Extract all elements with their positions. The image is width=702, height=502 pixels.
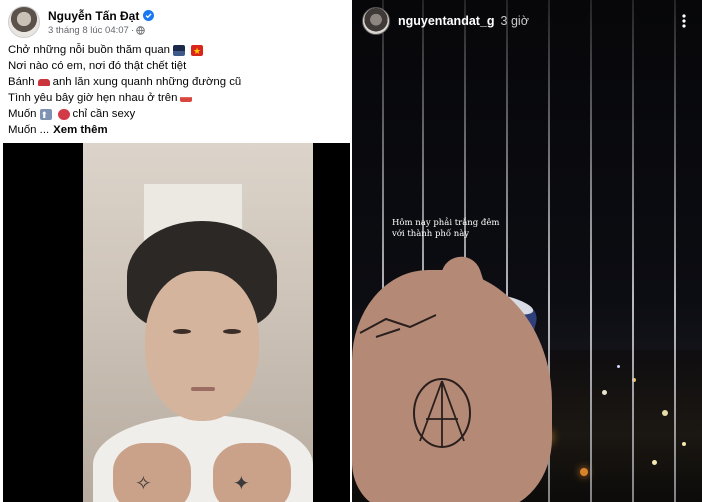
video-frame: ✧ ✦ (83, 143, 313, 502)
balcony-wire (632, 0, 634, 502)
cityscape-emoji-icon (173, 44, 186, 56)
post-caption: Chở những nỗi buồn thăm quan Nơi nào có … (8, 42, 344, 138)
caption-text: Bánh (8, 76, 35, 88)
post-meta: Nguyễn Tấn Đạt 3 tháng 8 lúc 04:07 · (48, 9, 155, 36)
caption-text: Muốn ... (8, 124, 50, 136)
hand-tattoo-line (359, 314, 437, 338)
person-mouth (191, 387, 215, 391)
author-name[interactable]: Nguyễn Tấn Đạt (48, 9, 139, 23)
caption-line: Nơi nào có em, nơi đó thật chết tiệt (8, 58, 344, 74)
story-avatar[interactable] (362, 7, 390, 35)
story-header: nguyentandat_g 3 giờ (362, 6, 692, 36)
person-face (145, 271, 259, 421)
caption-text: chỉ cần sexy (72, 108, 136, 120)
verified-badge-icon (143, 10, 155, 21)
caption-line: Muốn ... Xem thêm (8, 122, 344, 138)
hand-tattoo: ✦ (233, 471, 250, 495)
caption-text: anh lăn xung quanh những đường cũ (52, 76, 242, 88)
see-more-link[interactable]: Xem thêm (53, 122, 107, 138)
caption-text: Tình yêu bây giờ hẹn nhau ở trên (8, 92, 178, 104)
balcony-wire (674, 0, 676, 502)
hand-tattoo: ✧ (135, 471, 152, 495)
boat-emoji-icon (180, 94, 193, 102)
story-overlay-text: Hôm nay phải trắng đêm với thành phố này (392, 218, 512, 240)
no-under-18-emoji-icon (57, 108, 70, 120)
more-vertical-icon[interactable] (676, 13, 692, 29)
city-light (580, 468, 588, 476)
globe-icon[interactable] (136, 25, 145, 35)
vietnam-flag-emoji-icon (191, 43, 204, 59)
story-text-line: Hôm nay phải trắng đêm (392, 218, 500, 228)
caption-line: Bánh anh lăn xung quanh những đường cũ (8, 74, 344, 90)
post-time-row: 3 tháng 8 lúc 04:07 · (48, 25, 154, 36)
caption-line: Chở những nỗi buồn thăm quan (8, 42, 344, 59)
person-hand (113, 443, 191, 502)
person-eye (173, 329, 191, 334)
post-header: Nguyễn Tấn Đạt 3 tháng 8 lúc 04:07 · (8, 6, 155, 38)
caption-text: Chở những nỗi buồn thăm quan (8, 44, 171, 56)
caption-line: Tình yêu bây giờ hẹn nhau ở trên (8, 90, 344, 106)
story-time-ago: 3 giờ (500, 14, 529, 28)
story-text-line: với thành phố này (392, 229, 470, 239)
city-light (652, 460, 657, 465)
up-arrow-emoji-icon (39, 107, 52, 123)
facebook-post: Nguyễn Tấn Đạt 3 tháng 8 lúc 04:07 · Chở… (0, 0, 350, 502)
post-video[interactable]: ✧ ✦ (3, 143, 350, 502)
hand-tattoo-circle (413, 378, 471, 448)
caption-text: Nơi nào có em, nơi đó thật chết tiệt (8, 60, 187, 72)
balcony-wire (590, 0, 592, 502)
person-eye (223, 329, 241, 334)
post-timestamp[interactable]: 3 tháng 8 lúc 04:07 (48, 25, 129, 36)
meta-separator: · (130, 24, 134, 36)
person-hand (213, 443, 291, 502)
author-name-row: Nguyễn Tấn Đạt (48, 9, 155, 23)
city-light (662, 410, 668, 416)
city-light (602, 390, 607, 395)
city-light (617, 365, 620, 368)
car-emoji-icon (37, 78, 50, 86)
author-avatar[interactable] (8, 6, 40, 38)
caption-text: Muốn (8, 108, 37, 120)
story-viewer[interactable]: Hôm nay phải trắng đêm với thành phố này… (352, 0, 702, 502)
city-light (682, 442, 686, 446)
caption-line: Muốn chỉ cần sexy (8, 106, 344, 123)
story-username[interactable]: nguyentandat_g (398, 14, 495, 28)
